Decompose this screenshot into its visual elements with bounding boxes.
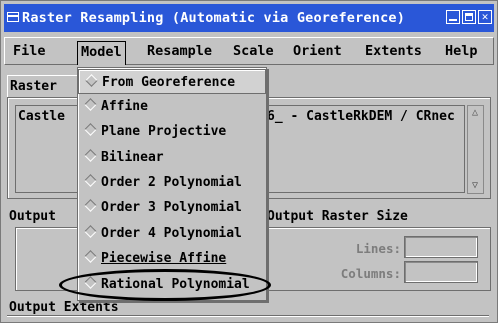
columns-label: Columns: (340, 266, 401, 281)
model-item-order-3-polynomial[interactable]: Order 3 Polynomial (78, 195, 266, 220)
radio-diamond-icon (84, 174, 97, 187)
radio-diamond-icon (84, 276, 97, 289)
lines-field[interactable] (404, 236, 478, 258)
title-bar: Raster Resampling (Automatic via Georefe… (4, 4, 494, 32)
menu-resample[interactable]: Resample (143, 41, 216, 61)
model-item-label: Plane Projective (101, 124, 227, 139)
window-menu-icon[interactable] (7, 12, 19, 22)
output-raster-size-label: Output Raster Size (267, 209, 408, 224)
radio-diamond-icon (84, 149, 97, 162)
radio-diamond-icon (85, 74, 98, 87)
model-item-label: Order 4 Polynomial (101, 226, 242, 241)
scroll-down-icon[interactable]: ▽ (469, 180, 481, 192)
menu-scale[interactable]: Scale (229, 41, 278, 61)
output-extents-panel (7, 315, 489, 322)
model-item-plane-projective[interactable]: Plane Projective (78, 119, 266, 144)
model-item-label: Piecewise Affine (101, 251, 227, 266)
minimize-button[interactable] (446, 10, 460, 24)
model-item-order-4-polynomial[interactable]: Order 4 Polynomial (78, 221, 266, 246)
scroll-up-icon[interactable]: △ (469, 107, 481, 119)
menu-file[interactable]: File (9, 41, 50, 61)
raster-resampling-window: Raster Resampling (Automatic via Georefe… (0, 0, 498, 323)
model-item-bilinear[interactable]: Bilinear (78, 145, 266, 170)
output-extents-label: Output Extents (9, 300, 119, 315)
model-item-label: Bilinear (101, 150, 164, 165)
radio-diamond-icon (84, 123, 97, 136)
raster-row-suffix[interactable]: 6_ - CastleRkDEM / CRnec (267, 109, 455, 124)
close-button[interactable]: ✕ (478, 10, 492, 24)
menu-bar: File Model Resample Scale Orient Extents… (4, 37, 494, 65)
radio-diamond-icon (84, 98, 97, 111)
model-item-label: Order 3 Polynomial (101, 200, 242, 215)
menu-orient[interactable]: Orient (289, 41, 346, 61)
radio-diamond-icon (84, 250, 97, 263)
model-item-label: From Georeference (102, 75, 236, 90)
window-title: Raster Resampling (Automatic via Georefe… (22, 10, 406, 26)
raster-list-scrollbar[interactable]: △ ▽ (467, 105, 484, 194)
maximize-button[interactable] (462, 10, 476, 24)
radio-diamond-icon (84, 199, 97, 212)
model-item-label: Order 2 Polynomial (101, 175, 242, 190)
output-label: Output (9, 209, 56, 224)
model-item-from-georeference[interactable]: From Georeference (78, 69, 266, 94)
model-item-piecewise-affine[interactable]: Piecewise Affine (78, 246, 266, 271)
menu-help[interactable]: Help (441, 41, 482, 61)
raster-label: Raster (10, 79, 57, 94)
model-item-order-2-polynomial[interactable]: Order 2 Polynomial (78, 170, 266, 195)
menu-extents[interactable]: Extents (361, 41, 426, 61)
columns-field[interactable] (404, 261, 478, 283)
menu-model[interactable]: Model (77, 41, 126, 65)
lines-label: Lines: (355, 241, 401, 256)
model-item-rational-polynomial[interactable]: Rational Polynomial (78, 272, 266, 297)
model-item-affine[interactable]: Affine (78, 94, 266, 119)
radio-diamond-icon (84, 225, 97, 238)
raster-row-prefix[interactable]: Castle (18, 109, 65, 124)
model-item-label: Affine (101, 99, 148, 114)
model-item-label: Rational Polynomial (101, 277, 250, 292)
model-dropdown-menu: From Georeference Affine Plane Projectiv… (77, 67, 267, 301)
